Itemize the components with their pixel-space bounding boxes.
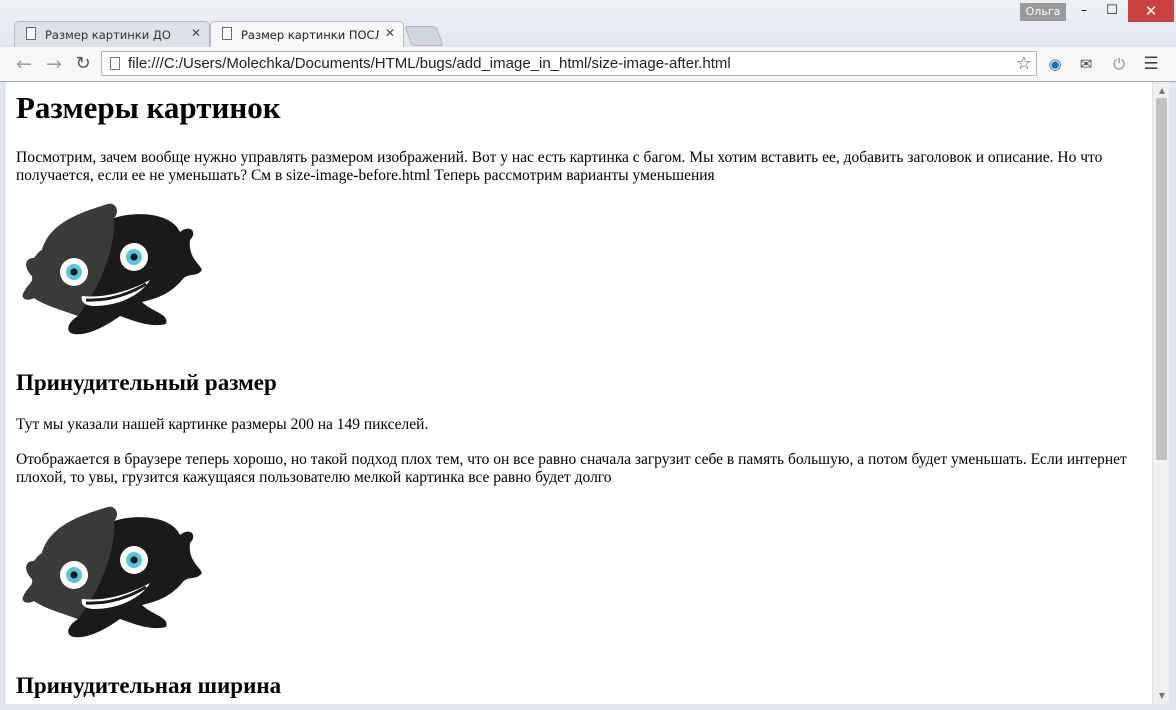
window-frame (0, 704, 1176, 710)
new-tab-button[interactable] (404, 26, 444, 46)
section-heading-forced-size: Принудительный размер (16, 370, 277, 395)
section-heading-forced-width: Принудительная ширина (16, 673, 282, 698)
page-icon (110, 57, 120, 70)
minimize-button[interactable]: – (1070, 0, 1098, 22)
page-title: Размеры картинок (16, 90, 281, 125)
forward-button[interactable]: → (43, 53, 65, 75)
power-icon[interactable]: ⏻ (1110, 55, 1128, 73)
url-input[interactable] (128, 52, 1008, 75)
bug-monster-image (22, 506, 202, 638)
monster-graphic (22, 203, 202, 335)
title-bar: Ольга – ☐ ✕ Размер картинки ДО ✕ Размер … (0, 0, 1176, 48)
vertical-scrollbar[interactable]: ▲ ▼ (1152, 82, 1170, 704)
scroll-up-arrow-icon[interactable]: ▲ (1157, 86, 1167, 95)
menu-icon[interactable]: ☰ (1142, 55, 1160, 73)
close-tab-icon[interactable]: ✕ (191, 26, 201, 40)
page-viewport: Размеры картинок Посмотрим, зачем вообще… (6, 82, 1152, 704)
tab-size-before[interactable]: Размер картинки ДО ✕ (14, 21, 210, 47)
monster-graphic (22, 506, 202, 638)
page-icon (222, 27, 232, 40)
forced-size-paragraph: Тут мы указали нашей картинке размеры 20… (16, 416, 429, 433)
bug-monster-image (22, 203, 202, 335)
browser-toolbar: ← → ↻ ☆ ◉ ✉ ⏻ ☰ (0, 47, 1176, 82)
mail-icon[interactable]: ✉ (1077, 55, 1095, 73)
window-frame (1169, 82, 1176, 710)
page-icon (26, 27, 36, 40)
scroll-down-arrow-icon[interactable]: ▼ (1157, 691, 1167, 700)
user-profile-badge[interactable]: Ольга (1020, 3, 1066, 21)
back-button[interactable]: ← (13, 53, 35, 75)
globe-icon[interactable]: ◉ (1046, 55, 1064, 73)
forced-size-explanation: Отображается в браузере теперь хорошо, н… (16, 451, 1127, 486)
maximize-button[interactable]: ☐ (1098, 0, 1126, 22)
address-bar[interactable]: ☆ (101, 51, 1037, 76)
tab-label: Размер картинки ДО (45, 28, 171, 42)
close-window-button[interactable]: ✕ (1128, 0, 1174, 22)
tab-label: Размер картинки ПОСЛЕ (241, 28, 379, 42)
scrollbar-thumb[interactable] (1156, 98, 1167, 460)
intro-paragraph: Посмотрим, зачем вообще нужно управлять … (16, 149, 1103, 184)
close-tab-icon[interactable]: ✕ (385, 26, 395, 40)
bookmark-star-icon[interactable]: ☆ (1016, 53, 1032, 74)
tab-size-after[interactable]: Размер картинки ПОСЛЕ ✕ (210, 21, 404, 48)
reload-button[interactable]: ↻ (72, 53, 94, 75)
